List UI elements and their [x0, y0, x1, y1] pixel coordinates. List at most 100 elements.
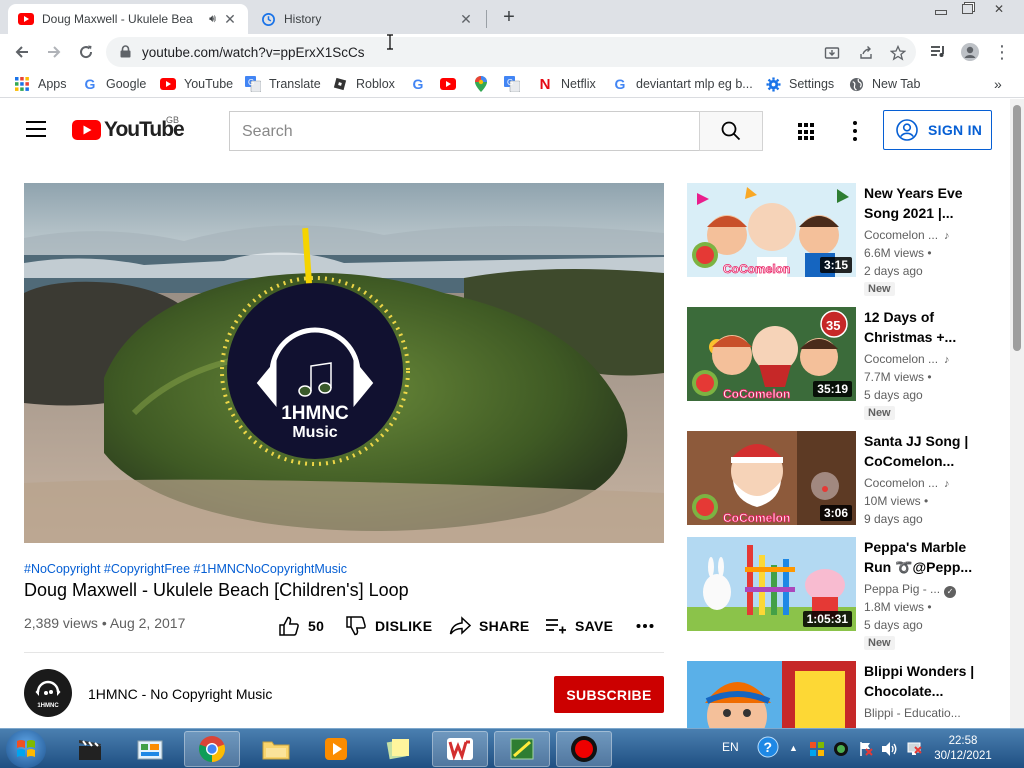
bookmark-star-icon[interactable] — [888, 43, 908, 63]
related-video-title[interactable]: Peppa's Marble Run ➰@Pepp... — [864, 537, 982, 577]
network-icon[interactable] — [905, 741, 923, 760]
more-actions-icon[interactable] — [636, 615, 662, 637]
taskbar-solitaire-icon[interactable] — [494, 731, 550, 767]
page-scrollbar[interactable] — [1010, 99, 1024, 728]
youtube-header: YouTube GB Search SIGN IN — [0, 99, 1012, 161]
hamburger-menu-icon[interactable] — [26, 121, 46, 137]
bookmark-translate[interactable]: G Translate — [245, 75, 321, 93]
show-hidden-icons[interactable]: ▲ — [789, 743, 798, 753]
install-app-icon[interactable] — [822, 43, 842, 63]
omnibox[interactable]: youtube.com/watch?v=ppErxX1ScCs — [106, 37, 916, 67]
more-bookmarks-button[interactable]: » — [994, 75, 1002, 93]
bookmark-youtube[interactable]: YouTube — [160, 75, 233, 93]
taskbar-screen-recorder-icon[interactable] — [556, 731, 612, 767]
channel-name[interactable]: 1HMNC - No Copyright Music — [88, 686, 272, 702]
video-thumbnail[interactable]: 1:05:31 — [687, 537, 856, 631]
channel-label: Cocomelon ... — [864, 228, 939, 242]
bookmark-netflix[interactable]: N Netflix — [537, 75, 596, 93]
reload-icon[interactable] — [74, 40, 98, 64]
taskbar-sticky-notes-icon[interactable] — [370, 731, 426, 767]
video-thumbnail[interactable]: 35 CoComelon 35:19 — [687, 307, 856, 401]
bookmark-deviantart[interactable]: G deviantart mlp eg b... — [612, 75, 753, 93]
related-video-channel[interactable]: Cocomelon ... ♪ — [864, 352, 950, 366]
url-text: youtube.com/watch?v=ppErxX1ScCs — [142, 45, 365, 60]
video-hashtags[interactable]: #NoCopyright #CopyrightFree #1HMNCNoCopy… — [24, 562, 347, 576]
help-icon[interactable]: ? — [757, 736, 779, 761]
taskbar-wps-office-icon[interactable] — [432, 731, 488, 767]
search-input[interactable]: Search — [229, 111, 700, 151]
channel-avatar[interactable]: 1HMNC — [24, 669, 72, 717]
taskbar-clapperboard-icon[interactable] — [62, 731, 118, 767]
forward-icon[interactable] — [42, 40, 66, 64]
related-video-title[interactable]: Blippi Wonders | Chocolate... — [864, 661, 982, 701]
input-language[interactable]: EN — [722, 740, 739, 754]
speaker-icon[interactable]: 🔊︎ — [209, 13, 216, 26]
bookmark-label: New Tab — [872, 77, 921, 91]
bookmark-youtube-2[interactable] — [440, 75, 464, 93]
related-video-channel[interactable]: Cocomelon ... ♪ — [864, 476, 950, 490]
settings-kebab-icon[interactable] — [852, 121, 858, 141]
video-thumbnail[interactable]: CoComelon 3:06 — [687, 431, 856, 525]
subscribe-button[interactable]: SUBSCRIBE — [554, 676, 664, 713]
tab-youtube-video[interactable]: Doug Maxwell - Ukulele Bea 🔊︎ ✕ — [8, 4, 248, 34]
close-window-icon[interactable]: ✕ — [986, 0, 1012, 18]
like-button[interactable]: 50 — [278, 615, 324, 637]
share-page-icon[interactable] — [856, 43, 876, 63]
youtube-icon — [440, 76, 456, 92]
restore-icon[interactable] — [954, 0, 980, 18]
chrome-menu-icon[interactable]: ⋮ — [990, 40, 1014, 64]
bookmark-settings[interactable]: Settings — [765, 75, 834, 93]
search-button[interactable] — [699, 111, 763, 151]
green-status-tray-icon[interactable] — [833, 741, 849, 760]
media-queue-icon[interactable] — [926, 40, 950, 64]
dislike-button[interactable]: DISLIKE — [345, 615, 432, 637]
back-icon[interactable] — [10, 40, 34, 64]
related-video-title[interactable]: New Years Eve Song 2021 |... — [864, 183, 982, 223]
related-video-channel[interactable]: Cocomelon ... ♪ — [864, 228, 950, 242]
svg-text:G: G — [507, 78, 513, 87]
tab-history[interactable]: History ✕ — [250, 4, 484, 34]
start-button[interactable] — [6, 730, 46, 768]
windows-flag-tray-icon[interactable] — [809, 741, 825, 760]
channel-label: Blippi - Educatio... — [864, 706, 961, 720]
taskbar-clock[interactable]: 22:58 30/12/2021 — [930, 734, 996, 764]
bookmark-roblox[interactable]: Roblox — [332, 75, 395, 93]
related-video-item[interactable]: Blippi Wonders | Chocolate... Blippi - E… — [687, 661, 987, 728]
related-video-title[interactable]: Santa JJ Song | CoComelon... — [864, 431, 982, 471]
close-tab-icon[interactable]: ✕ — [222, 11, 238, 27]
profile-icon[interactable] — [958, 40, 982, 64]
related-video-title[interactable]: 12 Days of Christmas +... — [864, 307, 982, 347]
minimize-icon[interactable] — [928, 0, 954, 18]
scrollbar-thumb[interactable] — [1013, 105, 1021, 351]
bookmark-label: Settings — [789, 77, 835, 91]
related-video-channel[interactable]: Peppa Pig - ... ✓ — [864, 582, 957, 598]
taskbar-chrome-icon[interactable] — [184, 731, 240, 767]
save-button[interactable]: SAVE — [545, 615, 613, 637]
share-button[interactable]: SHARE — [449, 615, 530, 637]
youtube-apps-icon[interactable] — [798, 123, 816, 141]
region-code: GB — [166, 115, 180, 125]
bookmark-google-2[interactable]: G — [410, 75, 434, 93]
video-player[interactable]: 1HMNC Music — [24, 183, 664, 543]
taskbar-control-panel-icon[interactable] — [122, 731, 178, 767]
bookmark-new-tab[interactable]: New Tab — [848, 75, 920, 93]
taskbar-media-player-icon[interactable] — [308, 731, 364, 767]
bookmark-maps[interactable] — [473, 75, 497, 93]
related-video-item[interactable]: 1:05:31 Peppa's Marble Run ➰@Pepp... Pep… — [687, 537, 987, 650]
video-thumbnail[interactable] — [687, 661, 856, 728]
taskbar-folder-icon[interactable] — [248, 731, 304, 767]
bookmark-apps[interactable]: Apps — [14, 75, 67, 93]
action-center-flag-icon[interactable] — [858, 741, 874, 760]
related-video-item[interactable]: CoComelon 3:06 Santa JJ Song | CoComelon… — [687, 431, 987, 541]
bookmark-translate-2[interactable]: G — [504, 75, 528, 93]
bookmark-google[interactable]: G Google — [82, 75, 147, 93]
related-video-item[interactable]: CoComelon 3:15 New Years Eve Song 2021 |… — [687, 183, 987, 296]
lock-icon[interactable] — [120, 45, 131, 63]
new-tab-button[interactable]: + — [499, 6, 519, 28]
volume-icon[interactable] — [880, 741, 898, 760]
close-tab-icon[interactable]: ✕ — [458, 11, 474, 27]
sign-in-button[interactable]: SIGN IN — [883, 110, 992, 150]
related-video-item[interactable]: 35 CoComelon 35:19 12 Days of Christmas … — [687, 307, 987, 420]
video-thumbnail[interactable]: CoComelon 3:15 — [687, 183, 856, 277]
related-video-channel[interactable]: Blippi - Educatio... — [864, 706, 961, 720]
